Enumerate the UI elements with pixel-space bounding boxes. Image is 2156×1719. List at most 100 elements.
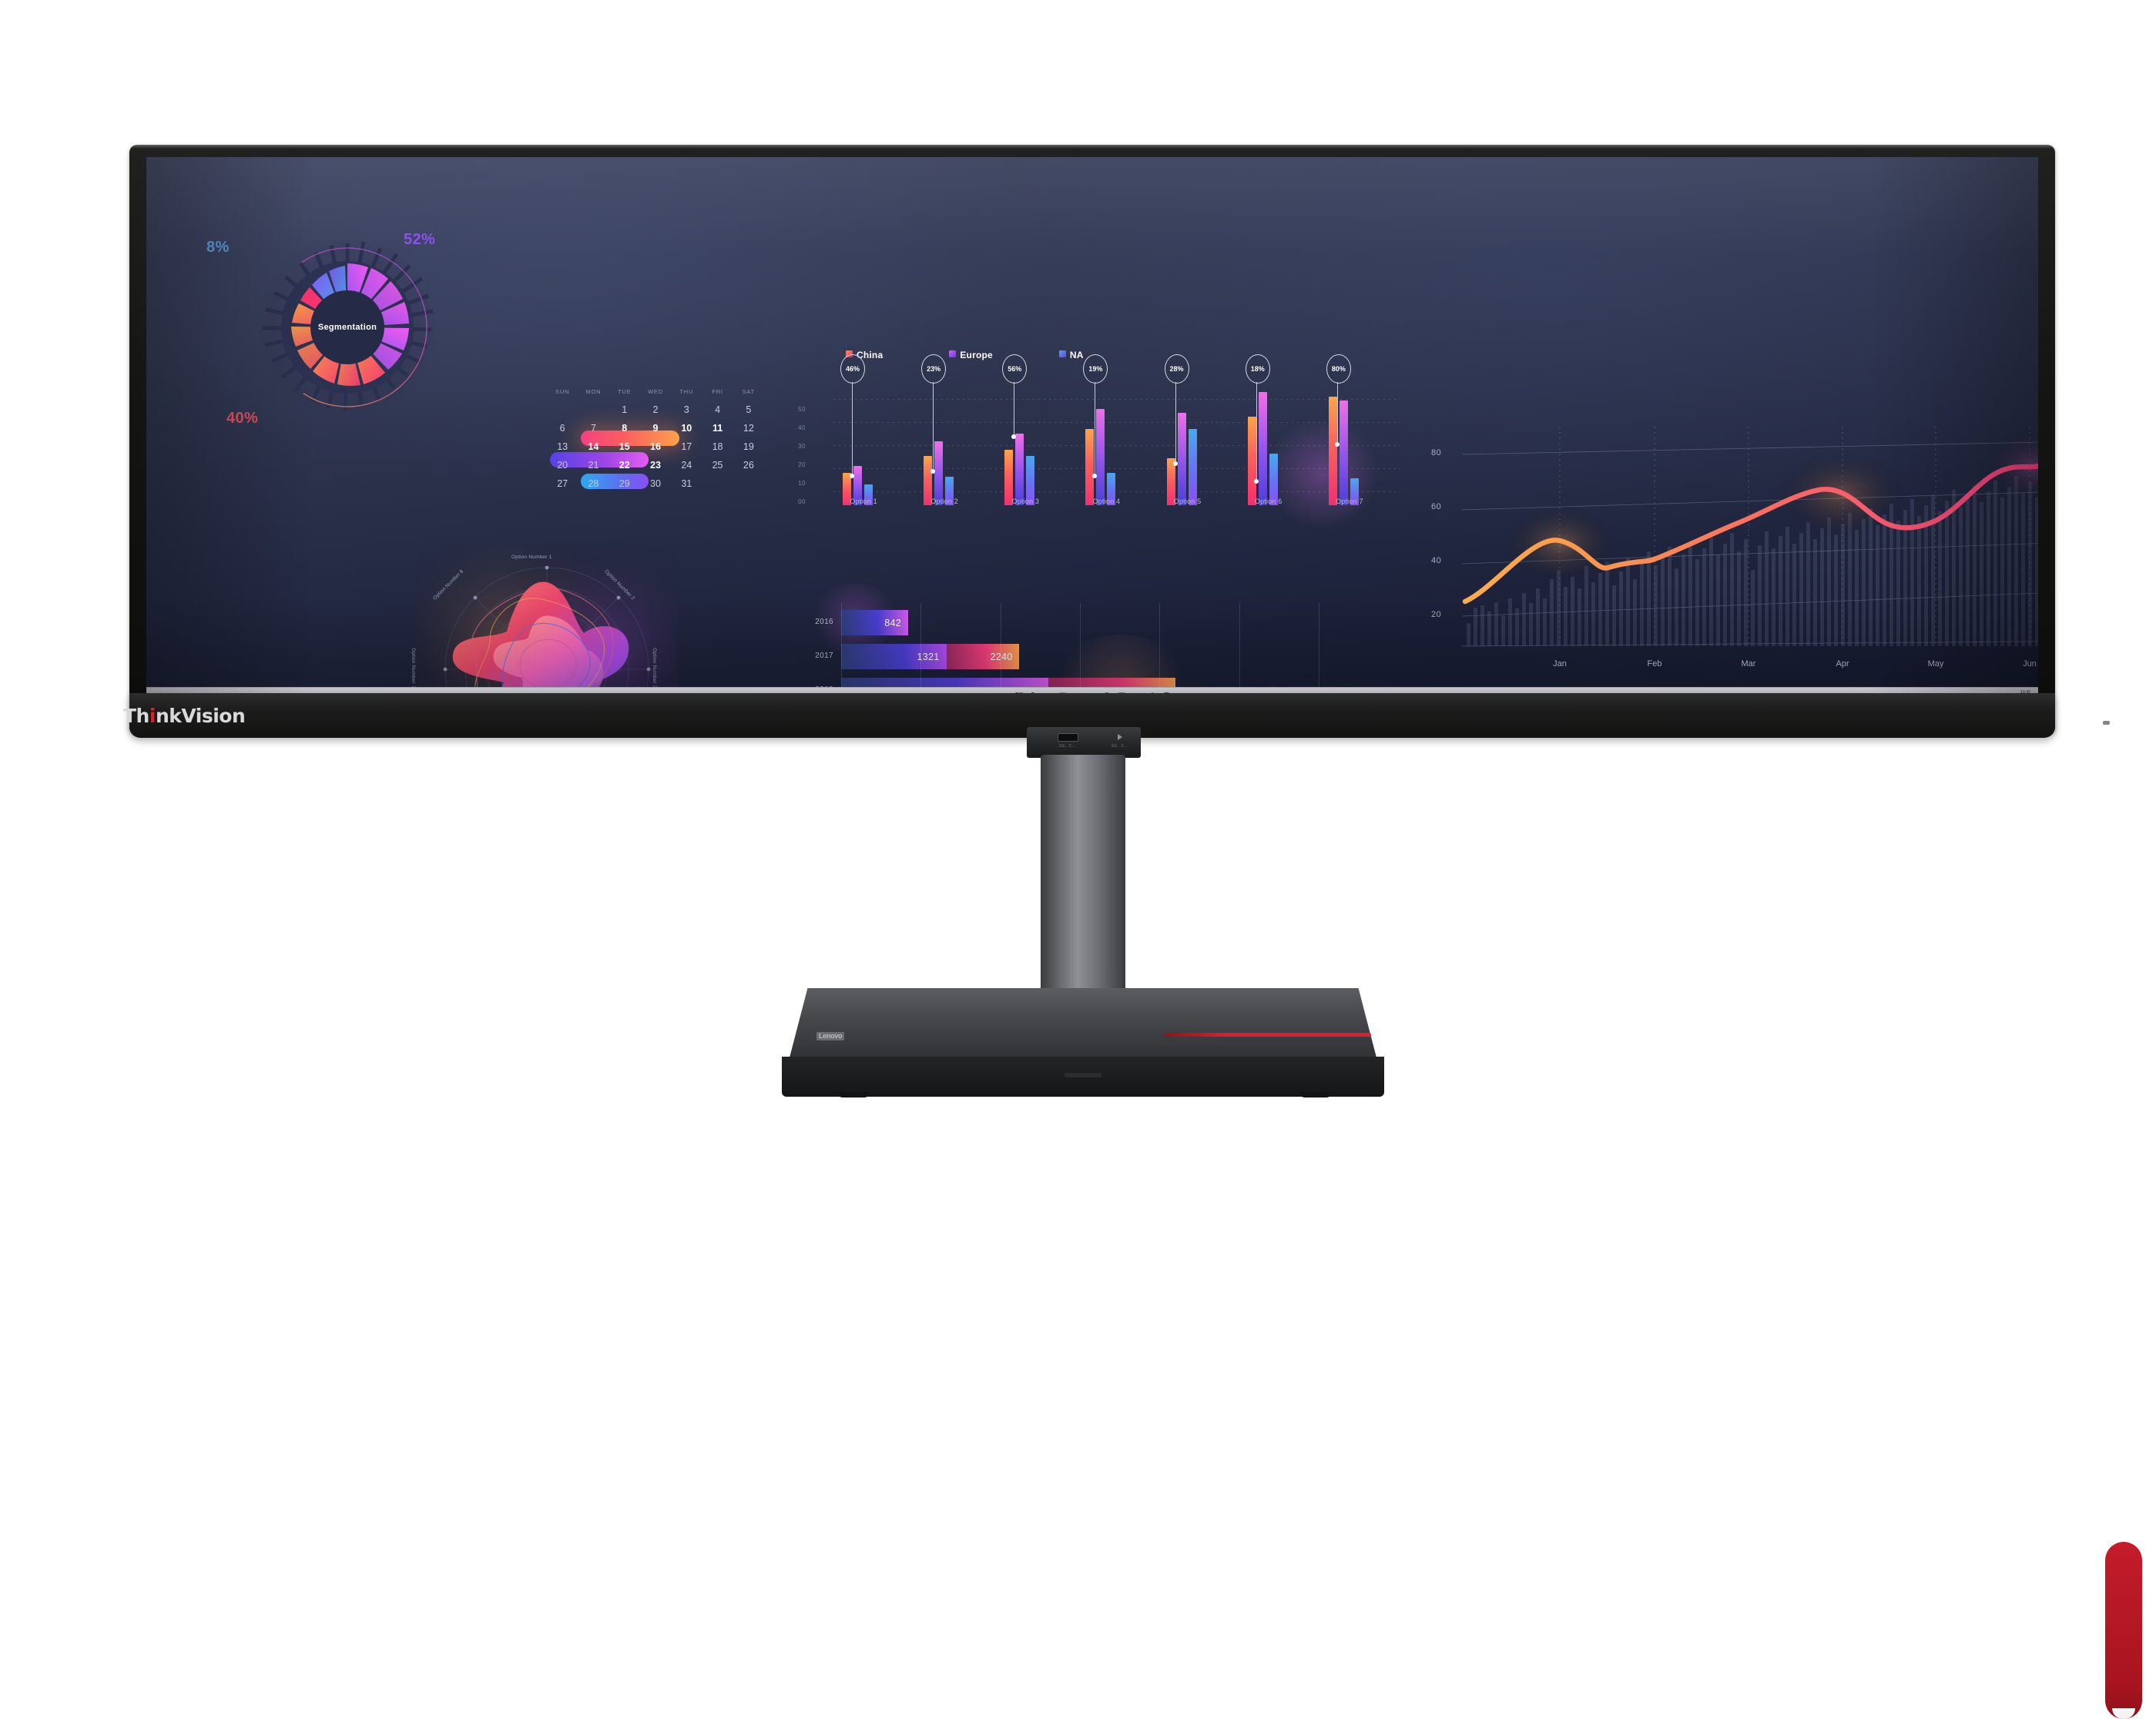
column-gridline [833, 468, 1400, 469]
calendar-day-cell[interactable]: 10 [671, 420, 702, 437]
calendar-day-cell[interactable]: 9 [640, 420, 671, 437]
calendar-day-cell[interactable]: 23 [640, 457, 671, 474]
column-callout[interactable]: 18% [1245, 354, 1270, 484]
column-callout[interactable]: 23% [921, 354, 947, 474]
column-callout[interactable]: 46% [840, 354, 865, 479]
hbar-segment[interactable]: 2240 [946, 644, 1020, 669]
column-category-label: Option 2 [930, 498, 958, 505]
calendar-day-cell[interactable]: 2 [640, 401, 671, 418]
legend-item-europe[interactable]: Europe [949, 350, 993, 360]
column-bar-na[interactable] [1188, 428, 1197, 505]
hbar-year-label: 2017 [815, 652, 833, 660]
calendar-day-cell[interactable]: 8 [609, 420, 640, 437]
monitor-bezel: Segmentation 8% 52% 40% SUN MON TUE WED THU F… [129, 145, 2055, 732]
calendar-day-cell[interactable]: 18 [702, 438, 733, 455]
calendar-day-cell[interactable]: 29 [609, 475, 640, 492]
logo-red-dot: i [149, 705, 156, 727]
stand-base-top [789, 988, 1377, 1061]
power-indicator-led[interactable] [2103, 721, 2110, 725]
calendar-weekday: SAT [742, 388, 756, 395]
calendar-widget[interactable]: SUNMONTUEWEDTHUFRISAT..12345678910111213… [547, 388, 806, 534]
column-bar-europe[interactable] [1339, 400, 1348, 505]
stand-neck-plate: SS←C→ SS←C→ [1027, 727, 1141, 758]
hbar-segment[interactable]: 1321 [841, 644, 947, 669]
calendar-day-cell[interactable]: 25 [702, 457, 733, 474]
calendar-blank-cell: . [547, 401, 578, 418]
callout-stem [851, 382, 853, 477]
hbar-row[interactable]: 2017 1321 2240 [815, 644, 1020, 669]
column-callout[interactable]: 80% [1326, 354, 1351, 447]
calendar-day-cell[interactable]: 3 [671, 401, 702, 418]
callout-bubble[interactable]: 18% [1245, 354, 1270, 384]
calendar-day-cell[interactable]: 22 [609, 457, 640, 474]
calendar-day-cell[interactable]: 21 [578, 457, 609, 474]
calendar-day-cell[interactable]: 31 [671, 475, 702, 492]
calendar-day-cell[interactable]: 16 [640, 438, 671, 455]
calendar-day-cell[interactable]: 30 [640, 475, 671, 492]
column-callout[interactable]: 56% [1002, 354, 1028, 440]
trend-line-chart-widget[interactable]: 83 80604020 JanFebMarAprMayJunJul [1425, 380, 2038, 704]
callout-bubble[interactable]: 56% [1002, 354, 1028, 384]
usb-port[interactable] [1058, 733, 1078, 742]
calendar-day-cell[interactable]: 17 [671, 438, 702, 455]
column-bar-europe[interactable] [1015, 434, 1024, 505]
radar-axis-label-7: Option Number 7 [410, 648, 416, 689]
column-bar-china[interactable] [1247, 416, 1256, 505]
thinkvision-monitor: Segmentation 8% 52% 40% SUN MON TUE WED THU F… [0, 0, 2156, 1719]
line-y-tick: 20 [1431, 610, 1442, 619]
column-bar-europe[interactable] [1258, 391, 1267, 505]
calendar-axis-tick: 50 [798, 406, 806, 413]
donut-chart[interactable]: Segmentation [251, 231, 444, 424]
calendar-day-cell[interactable]: 7 [578, 420, 609, 437]
column-bar-europe[interactable] [934, 441, 944, 505]
column-category-label: Option 1 [850, 498, 877, 505]
stand-cable-slot [2105, 1542, 2142, 1719]
callout-bubble[interactable]: 80% [1326, 354, 1351, 384]
calendar-day-cell[interactable]: 6 [547, 420, 578, 437]
column-bar-europe[interactable] [1177, 413, 1186, 505]
calendar-day-cell[interactable]: 26 [733, 457, 764, 474]
calendar-day-cell[interactable]: 20 [547, 457, 578, 474]
hbar-segment[interactable]: 842 [841, 610, 908, 635]
calendar-day-cell[interactable]: 5 [733, 401, 764, 418]
legend-item-na[interactable]: NA [1058, 350, 1084, 360]
calendar-day-cell[interactable]: 15 [609, 438, 640, 455]
calendar-day-cell[interactable]: 14 [578, 438, 609, 455]
radar-axis-label-1: Option Number 1 [511, 555, 552, 560]
callout-bubble[interactable]: 28% [1164, 354, 1189, 384]
column-bar-china[interactable] [1328, 397, 1337, 505]
base-foot-left [840, 1092, 867, 1097]
legend-label-europe: Europe [960, 350, 993, 360]
column-category-label: Option 6 [1254, 498, 1283, 505]
segmentation-donut-widget[interactable]: Segmentation 8% 52% 40% [206, 217, 474, 448]
calendar-grid[interactable]: SUNMONTUEWEDTHUFRISAT..12345678910111213… [547, 388, 764, 492]
line-x-tick: Apr [1836, 659, 1849, 668]
calendar-day-cell[interactable]: 13 [547, 438, 578, 455]
line-y-tick: 80 [1431, 448, 1442, 457]
callout-bubble[interactable]: 19% [1083, 354, 1108, 384]
calendar-day-cell[interactable]: 24 [671, 457, 702, 474]
column-callout[interactable]: 28% [1164, 354, 1189, 467]
callout-endpoint-dot [849, 474, 854, 479]
column-callout[interactable]: 19% [1083, 354, 1108, 479]
calendar-day-cell[interactable]: 1 [609, 401, 640, 418]
calendar-blank-cell: . [578, 401, 609, 418]
column-bar-china[interactable] [1085, 428, 1095, 505]
calendar-weekday: FRI [712, 388, 723, 395]
callout-bubble[interactable]: 23% [921, 354, 947, 384]
line-x-tick: Jan [1553, 659, 1567, 668]
calendar-day-cell[interactable]: 12 [733, 420, 764, 437]
calendar-day-cell[interactable]: 11 [702, 420, 733, 437]
calendar-day-cell[interactable]: 19 [733, 438, 764, 455]
calendar-day-cell[interactable]: 27 [547, 475, 578, 492]
hbar-row[interactable]: 2016 842 [815, 610, 908, 635]
line-x-tick: Mar [1741, 659, 1756, 668]
calendar-day-cell[interactable]: 28 [578, 475, 609, 492]
calendar-day-cell[interactable]: 4 [702, 401, 733, 418]
callout-stem [1337, 382, 1339, 444]
callout-bubble[interactable]: 46% [840, 354, 865, 384]
grouped-column-chart-widget[interactable]: China Europe NA Option 1 46% Option 2 23% Op… [824, 350, 1410, 550]
radar-blob-chart-widget[interactable]: Option Number 1 Option Number 2 Option N… [411, 542, 678, 704]
column-bar-europe[interactable] [1096, 409, 1105, 505]
column-category-label: Option 4 [1092, 498, 1121, 505]
